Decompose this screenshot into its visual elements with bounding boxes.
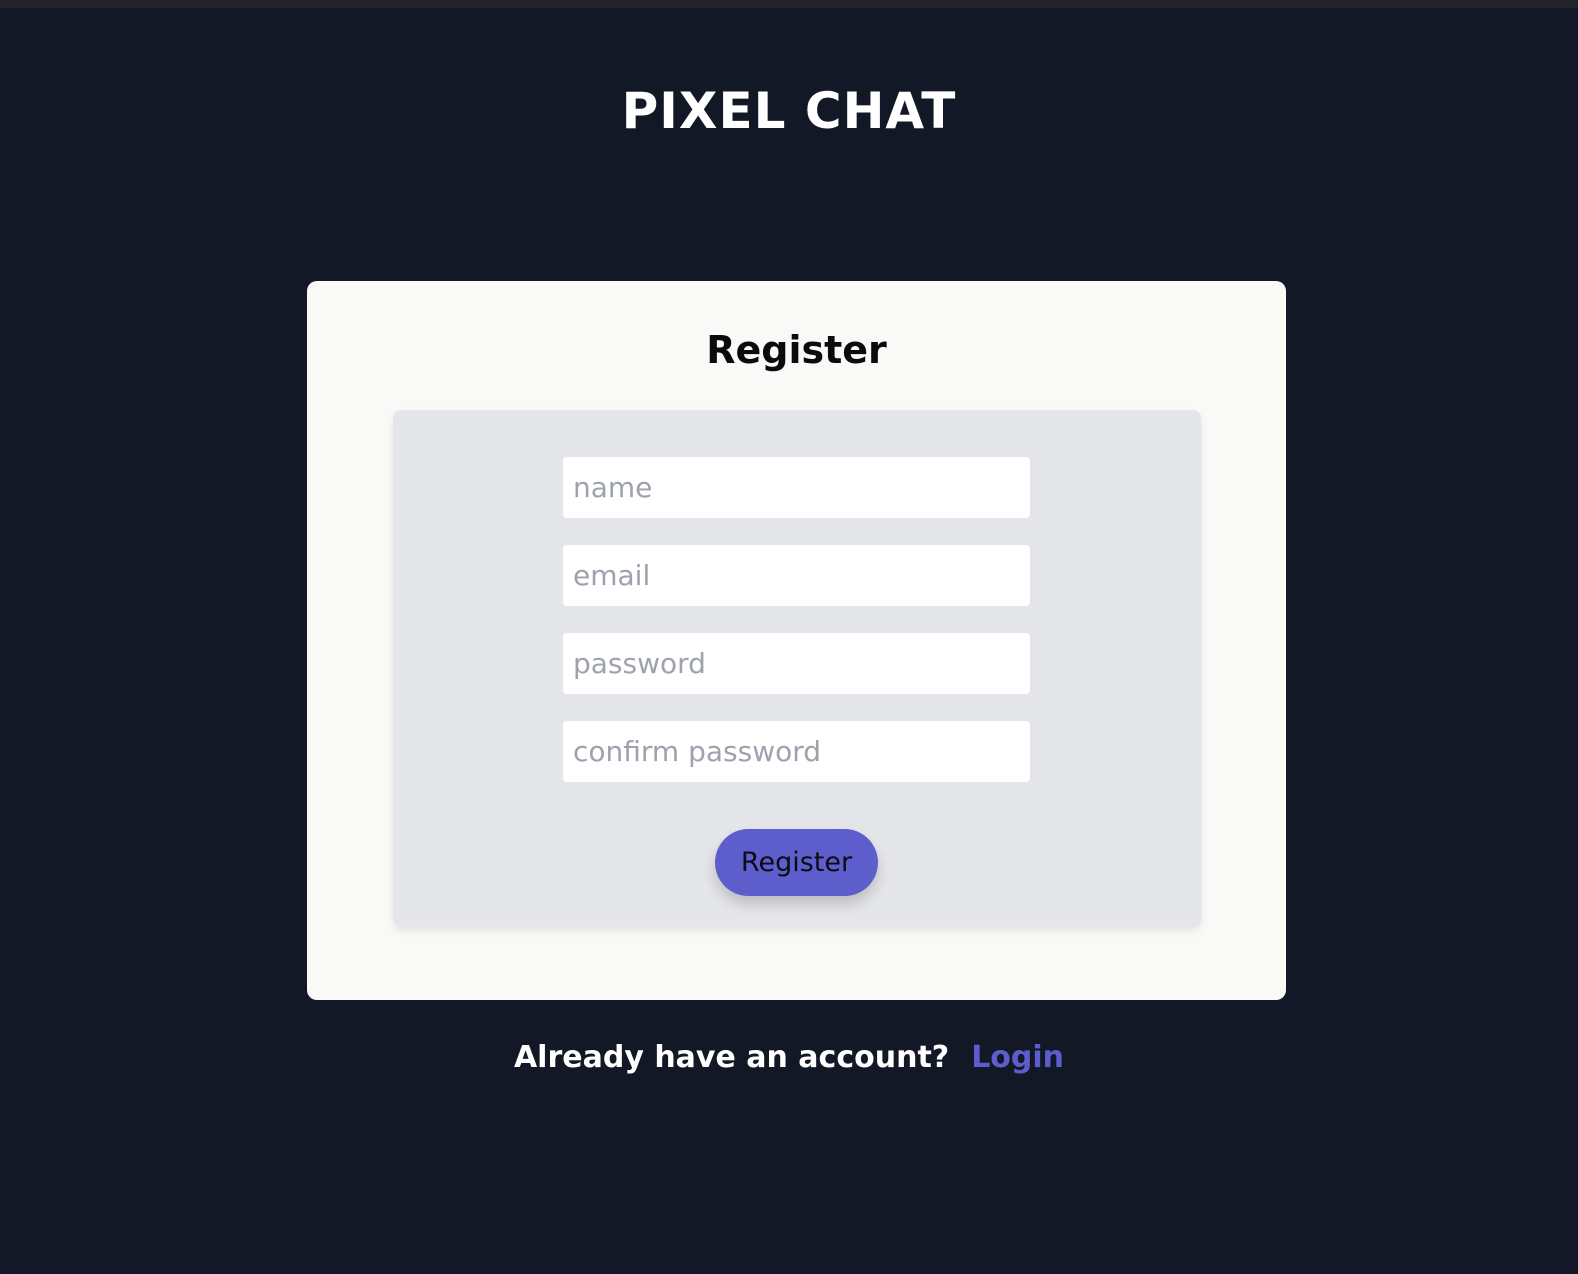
name-input[interactable] [563, 457, 1030, 518]
register-form: Register [393, 410, 1201, 927]
login-prompt: Already have an account? Login [0, 1036, 1578, 1080]
password-input[interactable] [563, 633, 1030, 694]
confirm-password-input[interactable] [563, 721, 1030, 782]
register-button[interactable]: Register [715, 829, 878, 896]
login-link[interactable]: Login [971, 1040, 1064, 1075]
window-top-bar [0, 0, 1578, 8]
register-heading: Register [706, 328, 887, 372]
login-prompt-text: Already have an account? [513, 1040, 950, 1075]
email-input[interactable] [563, 545, 1030, 606]
register-card: Register Register [307, 281, 1286, 1000]
app-title: PIXEL CHAT [621, 82, 957, 140]
